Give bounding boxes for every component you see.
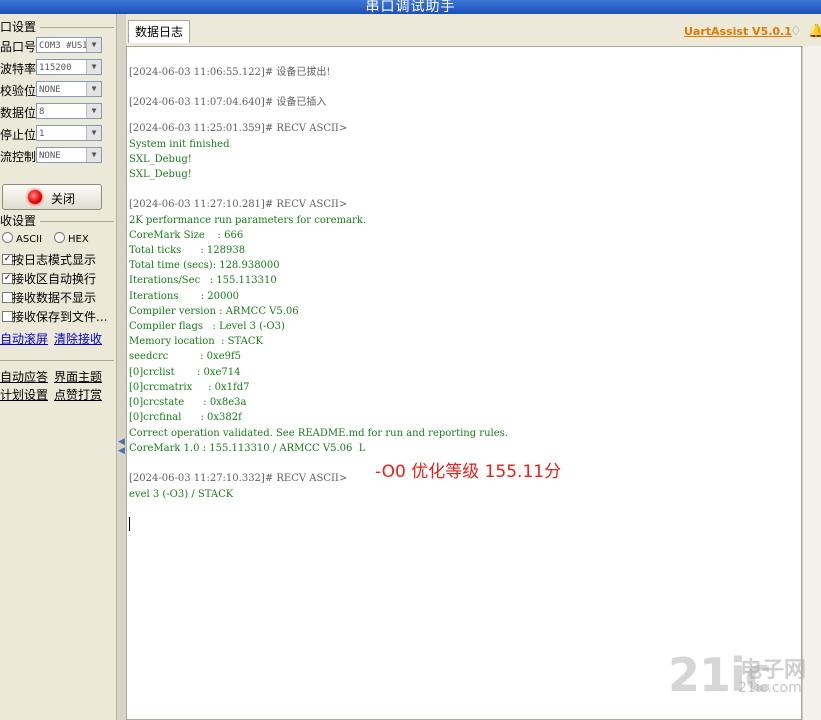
baudrate-row: 波特率 115200 ▼: [0, 59, 116, 77]
log-data-line: Iterations : 20000: [129, 291, 240, 302]
stopbits-row: 停止位 1 ▼: [0, 125, 116, 143]
log-data-line: 2K performance run parameters for corema…: [129, 215, 367, 226]
clear-recv-link[interactable]: 清除接收: [54, 330, 102, 347]
parity-row: 校验位 NONE ▼: [0, 81, 116, 99]
baudrate-select[interactable]: 115200 ▼: [36, 59, 102, 75]
log-timestamp-line: [2024-06-03 11:27:10.332]# RECV ASCII>: [129, 473, 348, 484]
tab-bar: 数据日志 UartAssist V5.0.1 ♢ 🔔: [126, 14, 821, 44]
log-data-line: Total ticks : 128938: [129, 245, 246, 256]
log-data-line: Memory location : STACK: [129, 336, 263, 347]
stopbits-select[interactable]: 1 ▼: [36, 125, 102, 141]
chevron-down-icon[interactable]: ▼: [86, 148, 101, 162]
log-timestamp-line: [2024-06-03 11:25:01.359]# RECV ASCII>: [129, 123, 348, 134]
bell-icon[interactable]: 🔔: [808, 24, 821, 39]
log-data-line: seedcrc : 0xe9f5: [129, 351, 242, 362]
tips-link[interactable]: 点赞打赏: [54, 386, 102, 403]
checkbox-save-file[interactable]: 接收保存到文件...: [0, 308, 116, 324]
log-data-line: CoreMark 1.0 : 155.113310 / ARMCC V5.06 …: [129, 443, 366, 454]
databits-row: 数据位 8 ▼: [0, 103, 116, 121]
log-data-line: CoreMark Size : 666: [129, 230, 244, 241]
status-led-icon: [28, 190, 42, 204]
log-data-line: [0]crcmatrix : 0x1fd7: [129, 382, 250, 393]
log-data-line: Compiler flags : Level 3 (-O3): [129, 321, 285, 332]
collapse-arrow-icon[interactable]: ◀ ◀: [118, 438, 125, 456]
chevron-down-icon[interactable]: ▼: [86, 60, 101, 74]
divider: [40, 27, 114, 28]
log-data-line: evel 3 (-O3) / STACK: [129, 489, 234, 500]
close-port-label: 关闭: [51, 192, 76, 206]
plugin-settings-link[interactable]: 计划设置: [0, 386, 48, 403]
log-data-line: SXL_Debug!: [129, 169, 192, 180]
radio-ascii[interactable]: ASCII: [2, 232, 42, 245]
port-label: 品口号: [0, 40, 37, 54]
flowcontrol-label: 流控制: [0, 150, 37, 164]
port-row: 品口号 COM3 #USI ▼: [0, 37, 116, 55]
log-data-line: System init finished: [129, 139, 230, 150]
flowcontrol-row: 流控制 NONE ▼: [0, 147, 116, 165]
log-timestamp-line: [2024-06-03 11:07:04.640]# 设备已插入: [129, 97, 327, 108]
log-data-line: Correct operation validated. See README.…: [129, 428, 508, 439]
divider: [40, 221, 114, 222]
chevron-down-icon[interactable]: ▼: [86, 82, 101, 96]
text-caret: [129, 517, 130, 531]
brand-link[interactable]: UartAssist V5.0.1: [684, 25, 792, 38]
radio-hex[interactable]: HEX: [54, 232, 89, 245]
flowcontrol-select[interactable]: NONE ▼: [36, 147, 102, 163]
receive-log-area[interactable]: [2024-06-03 11:06:55.122]# 设备已拔出! [2024-0…: [126, 46, 802, 720]
log-data-line: Iterations/Sec : 155.113310: [129, 275, 277, 286]
log-data-line: Compiler version : ARMCC V5.06: [129, 306, 299, 317]
close-port-button[interactable]: 关闭: [2, 184, 102, 210]
diamond-icon[interactable]: ♢: [790, 24, 802, 39]
databits-label: 数据位: [0, 106, 37, 120]
log-data-line: [0]crclist : 0xe714: [129, 367, 241, 378]
auto-scroll-link[interactable]: 自动滚屏: [0, 330, 48, 347]
log-timestamp-line: [2024-06-03 11:06:55.122]# 设备已拔出!: [129, 67, 331, 78]
log-data-line: [0]crcfinal : 0x382f: [129, 412, 242, 423]
title-bar: 串口调试助手: [0, 0, 821, 15]
parity-select[interactable]: NONE ▼: [36, 81, 102, 97]
divider: [0, 360, 114, 361]
ui-theme-link[interactable]: 界面主题: [54, 368, 102, 385]
log-data-line: SXL_Debug!: [129, 154, 192, 165]
baudrate-label: 波特率: [0, 62, 37, 76]
chevron-down-icon[interactable]: ▼: [86, 104, 101, 118]
annotation-text: -O0 优化等级 155.11分: [375, 462, 562, 482]
parity-label: 校验位: [0, 84, 37, 98]
radio-icon: [54, 232, 65, 243]
auto-reply-link[interactable]: 自动应答: [0, 368, 48, 385]
tab-data-log[interactable]: 数据日志: [128, 20, 191, 43]
log-data-line: [0]crcstate : 0x8e3a: [129, 397, 247, 408]
checkbox-auto-wrap[interactable]: ✓ 接收区自动换行: [0, 270, 116, 286]
vertical-scrollbar[interactable]: [802, 46, 821, 720]
serial-settings-title: 口设置: [0, 20, 37, 34]
port-select[interactable]: COM3 #USI ▼: [36, 37, 102, 53]
stopbits-label: 停止位: [0, 128, 37, 142]
radio-icon: [2, 232, 13, 243]
log-timestamp-line: [2024-06-03 11:27:10.281]# RECV ASCII>: [129, 199, 348, 210]
checkbox-hide-recv[interactable]: 接收数据不显示: [0, 289, 116, 305]
databits-select[interactable]: 8 ▼: [36, 103, 102, 119]
log-data-line: Total time (secs): 128.938000: [129, 260, 280, 271]
recv-settings-title: 收设置: [0, 214, 37, 228]
chevron-down-icon[interactable]: ▼: [86, 38, 101, 52]
settings-panel: 口设置 品口号 COM3 #USI ▼ 波特率 115200 ▼ 校验位 NONE ▼…: [0, 14, 116, 720]
watermark-domain: 21ic.com: [738, 680, 802, 696]
chevron-down-icon[interactable]: ▼: [86, 126, 101, 140]
checkbox-log-mode[interactable]: ✓ 按日志模式显示: [0, 251, 116, 267]
